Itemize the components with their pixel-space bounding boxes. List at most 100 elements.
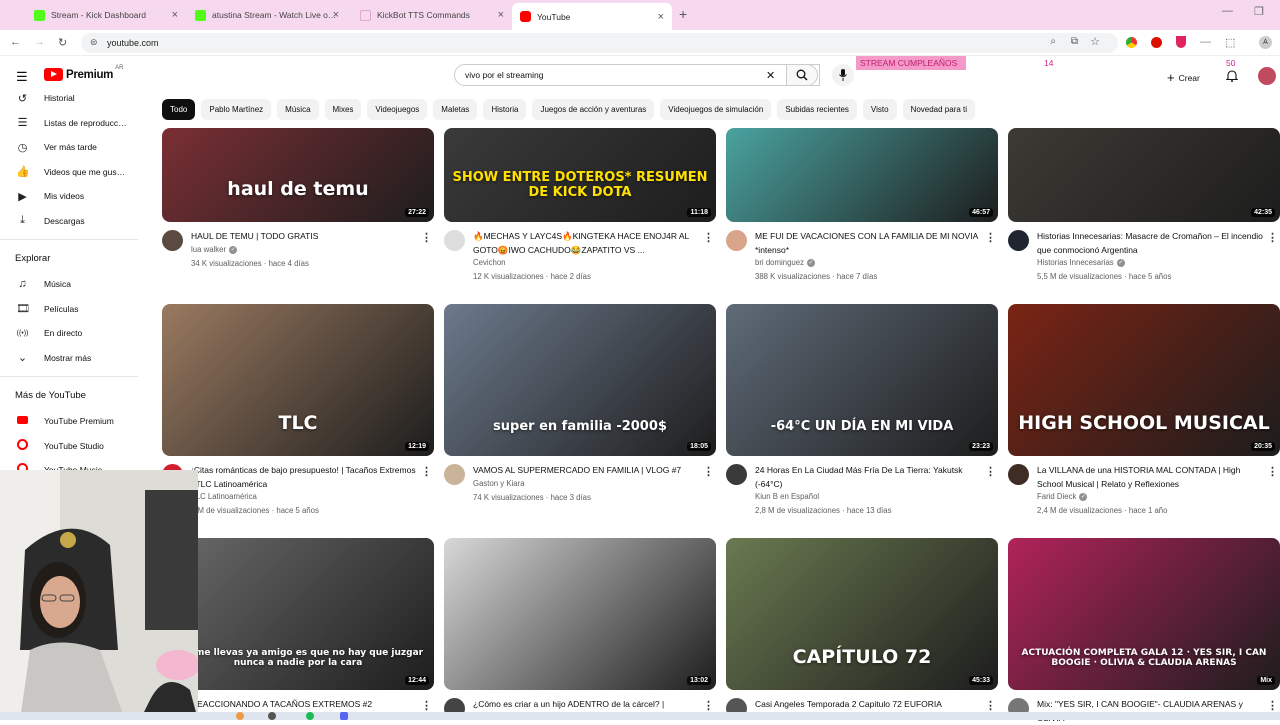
close-icon[interactable]: ×	[172, 9, 178, 21]
video-thumbnail[interactable]: super en familia -2000$ 18:05	[444, 304, 716, 456]
install-icon[interactable]: ⧉	[1071, 36, 1078, 47]
notifications-bell-icon[interactable]	[1225, 69, 1239, 87]
video-thumbnail[interactable]: haul de temu 27:22	[162, 128, 434, 222]
close-icon[interactable]: ×	[498, 9, 504, 21]
channel-name[interactable]: lua walker ✓	[191, 245, 238, 254]
minimize-icon[interactable]: —	[1222, 5, 1233, 17]
filter-chip[interactable]: Videojuegos de simulación	[660, 99, 772, 120]
hamburger-menu-icon[interactable]: ☰	[16, 69, 28, 85]
search-button[interactable]	[786, 64, 818, 86]
taskbar-app-icon[interactable]	[306, 712, 314, 720]
filter-chip[interactable]: Pablo Martínez	[201, 99, 272, 120]
browser-tab[interactable]: atustina Stream - Watch Live o… ×	[187, 4, 347, 26]
channel-avatar[interactable]	[444, 464, 465, 485]
more-options-icon[interactable]: ⋮	[1267, 231, 1278, 244]
channel-avatar[interactable]	[162, 230, 183, 251]
account-avatar[interactable]	[1258, 67, 1276, 85]
video-title[interactable]: 24 Horas En La Ciudad Más Fría De La Tie…	[755, 464, 983, 491]
filter-chip[interactable]: Juegos de acción y aventuras	[532, 99, 655, 120]
sidebar-item[interactable]: ☰ Listas de reproducc…	[0, 111, 150, 136]
channel-avatar[interactable]	[444, 230, 465, 251]
taskbar-app-icon[interactable]	[340, 712, 348, 720]
create-button[interactable]: + Crear	[1167, 70, 1200, 85]
sidebar-item[interactable]: ♫ Música	[0, 272, 150, 297]
sidebar-item[interactable]: ↺ Historial	[0, 86, 150, 111]
channel-avatar[interactable]	[1008, 230, 1029, 251]
video-title[interactable]: ¿Cómo es criar a un hijo ADENTRO de la c…	[473, 698, 701, 712]
sidebar-item[interactable]: ◷ Ver más tarde	[0, 135, 150, 160]
video-title[interactable]: ¡Citas románticas de bajo presupuesto! |…	[191, 464, 419, 491]
video-thumbnail[interactable]: SHOW ENTRE DOTEROS* RESUMEN DE KICK DOTA…	[444, 128, 716, 222]
more-options-icon[interactable]: ⋮	[703, 231, 714, 244]
video-thumbnail[interactable]: -64°C UN DÍA EN MI VIDA 23:23	[726, 304, 998, 456]
more-options-icon[interactable]: ⋮	[1267, 699, 1278, 712]
video-thumbnail[interactable]: HIGH SCHOOL MUSICAL 20:35	[1008, 304, 1280, 456]
video-thumbnail[interactable]: 13:02	[444, 538, 716, 690]
sidebar-item[interactable]: YouTube Premium	[0, 409, 150, 434]
zoom-icon[interactable]: ⌕	[1050, 36, 1056, 47]
clear-search-icon[interactable]: ✕	[766, 69, 775, 82]
close-icon[interactable]: ×	[658, 11, 664, 23]
filter-chip[interactable]: Videojuegos	[367, 99, 428, 120]
sidebar-item[interactable]: ⤓ Descargas	[0, 209, 150, 234]
video-title[interactable]: HAUL DE TEMU | TODO GRATIS	[191, 230, 419, 244]
voice-search-button[interactable]	[832, 64, 854, 86]
bookmark-star-icon[interactable]: ☆	[1090, 35, 1100, 48]
video-title[interactable]: VAMOS AL SUPERMERCADO EN FAMILIA | VLOG …	[473, 464, 701, 478]
channel-name[interactable]: bri dominguez ✓	[755, 258, 815, 267]
filter-chip[interactable]: Novedad para ti	[902, 99, 976, 120]
filter-chip[interactable]: Mixes	[324, 99, 362, 120]
browser-tab[interactable]: Stream - Kick Dashboard ×	[26, 4, 186, 26]
forward-icon[interactable]: →	[34, 36, 45, 48]
browser-tab-active[interactable]: YouTube ×	[512, 3, 672, 30]
filter-chip[interactable]: Todo	[162, 99, 196, 120]
reload-icon[interactable]: ↻	[58, 36, 67, 49]
sidebar-item[interactable]: ▶ Mis videos	[0, 184, 150, 209]
shield-extension-icon[interactable]	[1176, 36, 1186, 48]
filter-chip[interactable]: Maletas	[433, 99, 478, 120]
profile-avatar-icon[interactable]: A	[1259, 36, 1272, 49]
sidebar-item[interactable]: ((•)) En directo	[0, 321, 150, 346]
video-title[interactable]: ME FUI DE VACACIONES CON LA FAMILIA DE M…	[755, 230, 983, 257]
channel-name[interactable]: Gaston y Kiara	[473, 479, 525, 488]
more-options-icon[interactable]: ⋮	[421, 231, 432, 244]
more-options-icon[interactable]: ⋮	[985, 465, 996, 478]
taskbar-app-icon[interactable]	[236, 712, 244, 720]
video-title[interactable]: Casi Angeles Temporada 2 Capitulo 72 EUF…	[755, 698, 983, 712]
video-thumbnail[interactable]: ACTUACIÓN COMPLETA GALA 12 · YES SIR, I …	[1008, 538, 1280, 690]
address-bar[interactable]: ⊜ youtube.com ⌕ ⧉ ☆	[81, 33, 1118, 53]
channel-name[interactable]: Kiun B en Español	[755, 492, 819, 501]
more-options-icon[interactable]: ⋮	[421, 699, 432, 712]
sidebar-item[interactable]: 🎞 Películas	[0, 297, 150, 322]
extensions-icon[interactable]: —	[1200, 36, 1211, 48]
more-options-icon[interactable]: ⋮	[703, 699, 714, 712]
channel-avatar[interactable]	[726, 230, 747, 251]
site-info-icon[interactable]: ⊜	[90, 37, 98, 48]
sidebar-item[interactable]: YouTube Studio	[0, 434, 150, 459]
more-options-icon[interactable]: ⋮	[985, 231, 996, 244]
video-thumbnail[interactable]: TLC 12:19	[162, 304, 434, 456]
filter-chip[interactable]: Visto	[862, 99, 897, 120]
video-thumbnail[interactable]: 46:57	[726, 128, 998, 222]
close-icon[interactable]: ×	[333, 9, 339, 21]
maximize-icon[interactable]: ❐	[1254, 5, 1264, 18]
video-title[interactable]: Historias Innecesarias: Masacre de Croma…	[1037, 230, 1265, 257]
video-thumbnail[interactable]: 42:35	[1008, 128, 1280, 222]
more-options-icon[interactable]: ⋮	[421, 465, 432, 478]
video-thumbnail[interactable]: CAPÍTULO 72 45:33	[726, 538, 998, 690]
extension-icon[interactable]	[1126, 37, 1137, 48]
back-icon[interactable]: ←	[10, 36, 21, 48]
channel-name[interactable]: Farid Dieck ✓	[1037, 492, 1088, 501]
youtube-logo[interactable]: Premium AR	[44, 65, 123, 81]
more-options-icon[interactable]: ⋮	[703, 465, 714, 478]
sidebar-item[interactable]: 👍 Videos que me gus…	[0, 160, 150, 185]
filter-chip[interactable]: Subidas recientes	[777, 99, 857, 120]
video-thumbnail[interactable]: que me llevas ya amigo es que no hay que…	[162, 538, 434, 690]
video-title[interactable]: 🔥MECHAS Y LAYC4S🔥KINGTEKA HACE ENOJ4R AL…	[473, 230, 701, 257]
filter-chip[interactable]: Música	[277, 99, 319, 120]
browser-tab[interactable]: KickBot TTS Commands ×	[352, 4, 512, 26]
video-title[interactable]: REACCIONANDO A TACAÑOS EXTREMOS #2	[191, 698, 419, 712]
channel-name[interactable]: Historias Innecesarias ✓	[1037, 258, 1125, 267]
channel-avatar[interactable]	[726, 464, 747, 485]
channel-name[interactable]: Cevichon	[473, 258, 506, 267]
